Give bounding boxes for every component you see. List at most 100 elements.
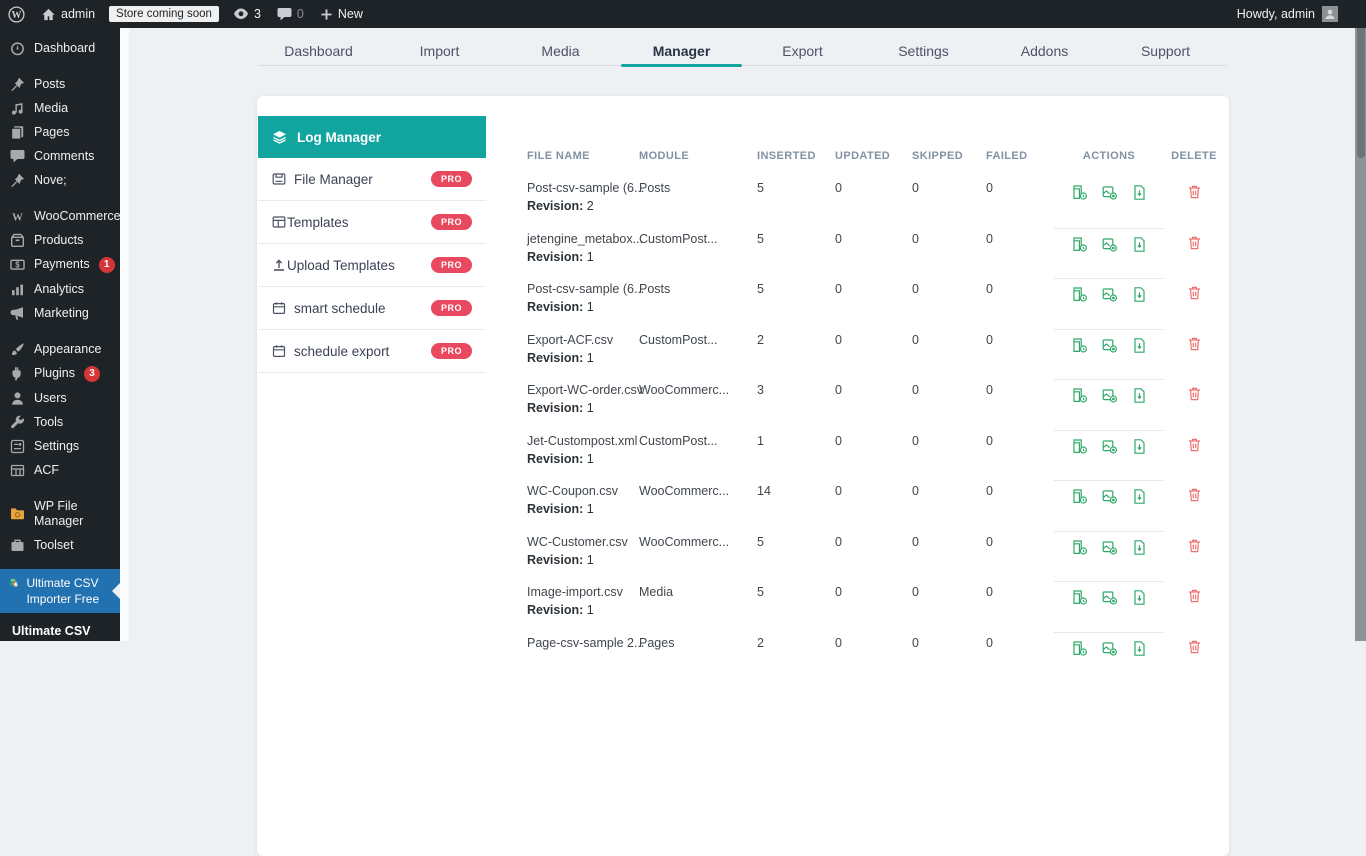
file-log-icon[interactable] <box>1071 236 1088 253</box>
sidebar-item-plugins[interactable]: Plugins 3 <box>0 361 120 386</box>
tab-media[interactable]: Media <box>500 36 621 65</box>
content-left-strip <box>120 28 129 641</box>
file-log-icon[interactable] <box>1071 337 1088 354</box>
sidebar-item-appearance[interactable]: Appearance <box>0 337 120 361</box>
file-log-icon[interactable] <box>1071 589 1088 606</box>
store-coming-soon-badge[interactable]: Store coming soon <box>109 6 219 22</box>
sidebar-item-media[interactable]: Media <box>0 96 120 120</box>
tab-settings[interactable]: Settings <box>863 36 984 65</box>
header-delete: DELETE <box>1164 150 1224 162</box>
payments-badge: 1 <box>99 257 115 273</box>
plugin-icon <box>10 366 25 381</box>
file-error-icon[interactable] <box>1101 236 1118 253</box>
tab-support[interactable]: Support <box>1105 36 1226 65</box>
file-download-icon[interactable] <box>1131 236 1148 253</box>
my-account-menu[interactable]: Howdy, admin <box>1237 6 1366 22</box>
sidebar-item-users[interactable]: Users <box>0 386 120 410</box>
updates-menu[interactable]: 3 <box>225 0 269 28</box>
skipped-cell: 0 <box>912 581 986 632</box>
sidebar-item-payments[interactable]: $ Payments 1 <box>0 252 120 277</box>
delete-button[interactable] <box>1187 538 1202 582</box>
panel-item-log-manager[interactable]: Log Manager <box>258 116 486 158</box>
delete-button[interactable] <box>1187 639 1202 683</box>
sidebar-item-marketing[interactable]: Marketing <box>0 301 120 325</box>
delete-button[interactable] <box>1187 437 1202 481</box>
woocommerce-icon: W <box>10 209 25 224</box>
panel-item-smart-schedule[interactable]: smart schedule PRO <box>258 287 486 330</box>
file-download-icon[interactable] <box>1131 337 1148 354</box>
scrollbar[interactable] <box>1355 0 1366 641</box>
revision-line: Revision: 1 <box>527 300 639 314</box>
file-log-icon[interactable] <box>1071 640 1088 657</box>
sidebar-item-comments[interactable]: Comments <box>0 144 120 168</box>
sidebar-item-settings[interactable]: Settings <box>0 434 120 458</box>
delete-button[interactable] <box>1187 588 1202 632</box>
sidebar-item-products[interactable]: Products <box>0 228 120 252</box>
module-cell: Posts <box>639 278 757 329</box>
delete-button[interactable] <box>1187 184 1202 228</box>
sidebar-item-tools[interactable]: Tools <box>0 410 120 434</box>
sidebar-item-woocommerce[interactable]: W WooCommerce <box>0 204 120 228</box>
tab-dashboard[interactable]: Dashboard <box>258 36 379 65</box>
file-error-icon[interactable] <box>1101 589 1118 606</box>
file-download-icon[interactable] <box>1131 539 1148 556</box>
file-error-icon[interactable] <box>1101 184 1118 201</box>
tab-import[interactable]: Import <box>379 36 500 65</box>
panel-item-upload-templates[interactable]: Upload Templates PRO <box>258 244 486 287</box>
comments-menu[interactable]: 0 <box>269 0 312 28</box>
new-content-menu[interactable]: New <box>312 0 371 28</box>
tab-export[interactable]: Export <box>742 36 863 65</box>
file-download-icon[interactable] <box>1131 589 1148 606</box>
panel-item-schedule-export[interactable]: schedule export PRO <box>258 330 486 373</box>
sidebar-item-nove[interactable]: Nove; <box>0 168 120 192</box>
file-name: jetengine_metabox... <box>527 232 639 246</box>
delete-button[interactable] <box>1187 336 1202 380</box>
file-error-icon[interactable] <box>1101 337 1118 354</box>
wrench-icon <box>10 415 25 430</box>
file-error-icon[interactable] <box>1101 438 1118 455</box>
sidebar-item-dashboard[interactable]: Dashboard <box>0 36 120 60</box>
wordpress-logo-menu[interactable]: W <box>0 0 33 28</box>
bar-chart-icon <box>10 282 25 297</box>
sidebar-item-pages[interactable]: Pages <box>0 120 120 144</box>
tab-manager[interactable]: Manager <box>621 36 742 65</box>
file-cell: Export-ACF.csv Revision: 1 <box>527 329 639 380</box>
file-error-icon[interactable] <box>1101 539 1118 556</box>
panel-item-file-manager[interactable]: File Manager PRO <box>258 158 486 201</box>
site-menu[interactable]: admin <box>33 0 103 28</box>
delete-button[interactable] <box>1187 285 1202 329</box>
sidebar-item-analytics[interactable]: Analytics <box>0 277 120 301</box>
delete-button[interactable] <box>1187 386 1202 430</box>
file-error-icon[interactable] <box>1101 286 1118 303</box>
skipped-cell: 0 <box>912 379 986 430</box>
file-download-icon[interactable] <box>1131 387 1148 404</box>
failed-cell: 0 <box>986 632 1054 683</box>
home-icon <box>41 7 56 22</box>
tab-addons[interactable]: Addons <box>984 36 1105 65</box>
file-log-icon[interactable] <box>1071 387 1088 404</box>
delete-button[interactable] <box>1187 235 1202 279</box>
file-log-icon[interactable] <box>1071 539 1088 556</box>
file-log-icon[interactable] <box>1071 438 1088 455</box>
skipped-cell: 0 <box>912 430 986 481</box>
scrollbar-thumb[interactable] <box>1357 18 1365 158</box>
file-log-icon[interactable] <box>1071 184 1088 201</box>
file-download-icon[interactable] <box>1131 438 1148 455</box>
file-log-icon[interactable] <box>1071 286 1088 303</box>
file-error-icon[interactable] <box>1101 640 1118 657</box>
file-error-icon[interactable] <box>1101 387 1118 404</box>
file-error-icon[interactable] <box>1101 488 1118 505</box>
delete-button[interactable] <box>1187 487 1202 531</box>
sidebar-item-posts[interactable]: Posts <box>0 72 120 96</box>
sidebar-item-wp-file-manager[interactable]: WP File Manager <box>0 494 120 533</box>
file-download-icon[interactable] <box>1131 286 1148 303</box>
file-download-icon[interactable] <box>1131 488 1148 505</box>
sidebar-item-toolset[interactable]: Toolset <box>0 533 120 557</box>
sidebar-item-acf[interactable]: ACF <box>0 458 120 482</box>
file-download-icon[interactable] <box>1131 640 1148 657</box>
panel-item-templates[interactable]: Templates PRO <box>258 201 486 244</box>
file-log-icon[interactable] <box>1071 488 1088 505</box>
file-download-icon[interactable] <box>1131 184 1148 201</box>
submenu-item-current[interactable]: Ultimate CSV Importer Free <box>12 623 108 641</box>
sidebar-item-ultimate-csv-importer[interactable]: CSV Ultimate CSV Importer Free <box>0 569 120 613</box>
